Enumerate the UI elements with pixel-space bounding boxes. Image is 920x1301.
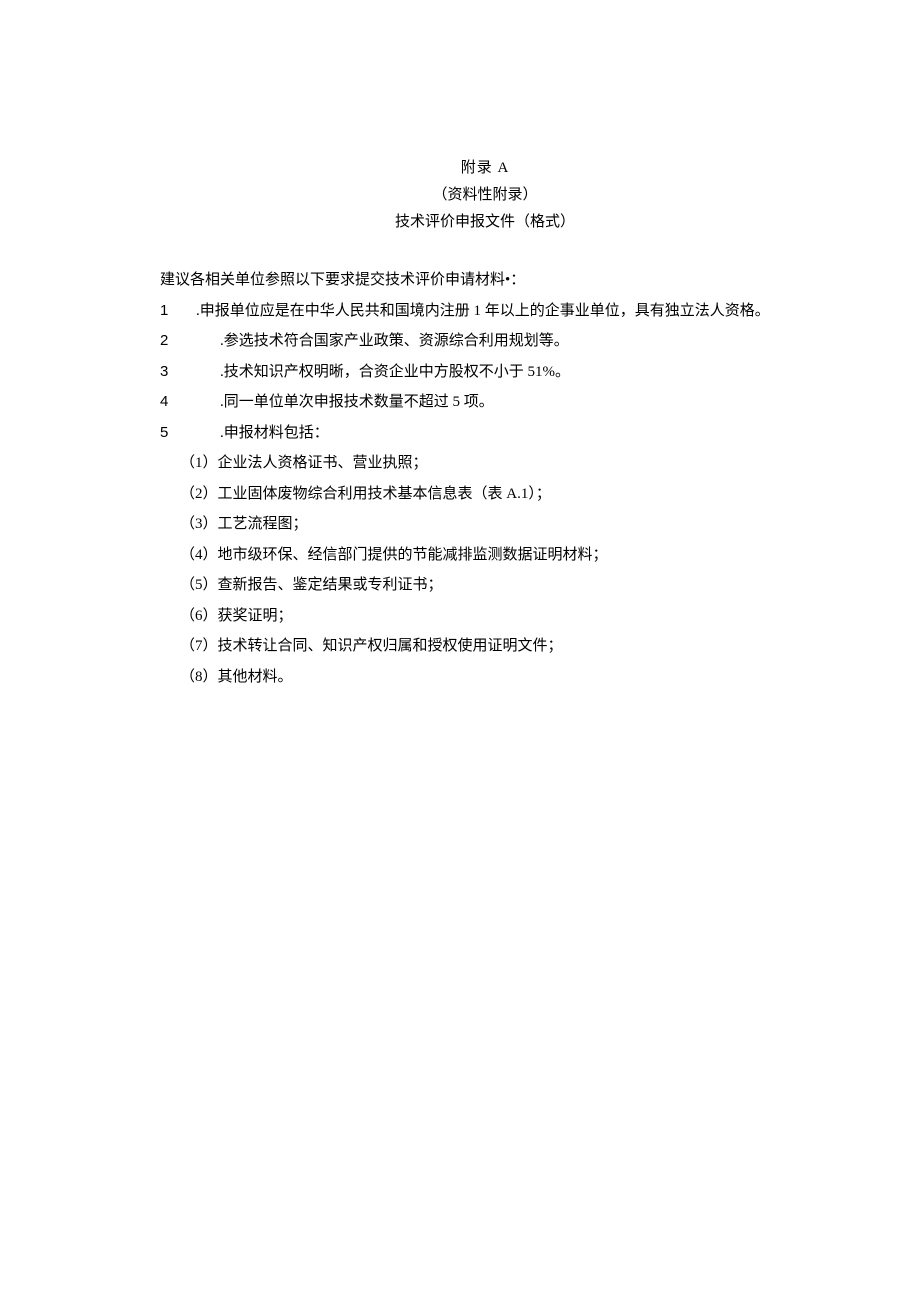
document-page: 附录 A （资料性附录） 技术评价申报文件（格式） 建议各相关单位参照以下要求提…: [0, 0, 920, 691]
item-gap: [180, 419, 220, 448]
item-text: .申报材料包括：: [220, 419, 810, 448]
sub-list-item: （5）查新报告、鉴定结果或专利证书；: [160, 571, 810, 600]
list-item: 4 .同一单位单次申报技术数量不超过 5 项。: [160, 388, 810, 417]
item-gap: [180, 327, 220, 356]
document-header: 附录 A （资料性附录） 技术评价申报文件（格式）: [160, 155, 810, 236]
item-text: .技术知识产权明晰，合资企业中方股权不小于 51%。: [220, 358, 810, 387]
item-number: 2: [160, 327, 180, 356]
item-gap: [180, 297, 196, 326]
list-item: 3 .技术知识产权明晰，合资企业中方股权不小于 51%。: [160, 358, 810, 387]
document-body: 建议各相关单位参照以下要求提交技术评价申请材料•： 1 .申报单位应是在中华人民…: [160, 266, 810, 691]
appendix-subtitle-1: （资料性附录）: [160, 182, 810, 209]
sub-list-item: （1）企业法人资格证书、营业执照；: [160, 449, 810, 478]
sub-list-item: （4）地市级环保、经信部门提供的节能减排监测数据证明材料；: [160, 541, 810, 570]
item-number: 3: [160, 358, 180, 387]
sub-list-item: （8）其他材料。: [160, 663, 810, 692]
appendix-subtitle-2: 技术评价申报文件（格式）: [160, 209, 810, 236]
list-item: 5 .申报材料包括：: [160, 419, 810, 448]
intro-paragraph: 建议各相关单位参照以下要求提交技术评价申请材料•：: [160, 266, 810, 295]
item-text: .申报单位应是在中华人民共和国境内注册 1 年以上的企事业单位，具有独立法人资格…: [196, 297, 810, 326]
item-text: .参选技术符合国家产业政策、资源综合利用规划等。: [220, 327, 810, 356]
appendix-title: 附录 A: [160, 155, 810, 182]
item-number: 5: [160, 419, 180, 448]
sub-list-item: （7）技术转让合同、知识产权归属和授权使用证明文件；: [160, 632, 810, 661]
item-gap: [180, 358, 220, 387]
item-number: 4: [160, 388, 180, 417]
sub-list-item: （3）工艺流程图；: [160, 510, 810, 539]
list-item: 1 .申报单位应是在中华人民共和国境内注册 1 年以上的企事业单位，具有独立法人…: [160, 297, 810, 326]
sub-list-item: （2）工业固体废物综合利用技术基本信息表（表 A.1）；: [160, 480, 810, 509]
sub-list-item: （6）获奖证明；: [160, 602, 810, 631]
item-gap: [180, 388, 220, 417]
appendix-title-text: 附录 A: [461, 160, 510, 176]
item-number: 1: [160, 297, 180, 326]
item-text: .同一单位单次申报技术数量不超过 5 项。: [220, 388, 810, 417]
list-item: 2 .参选技术符合国家产业政策、资源综合利用规划等。: [160, 327, 810, 356]
